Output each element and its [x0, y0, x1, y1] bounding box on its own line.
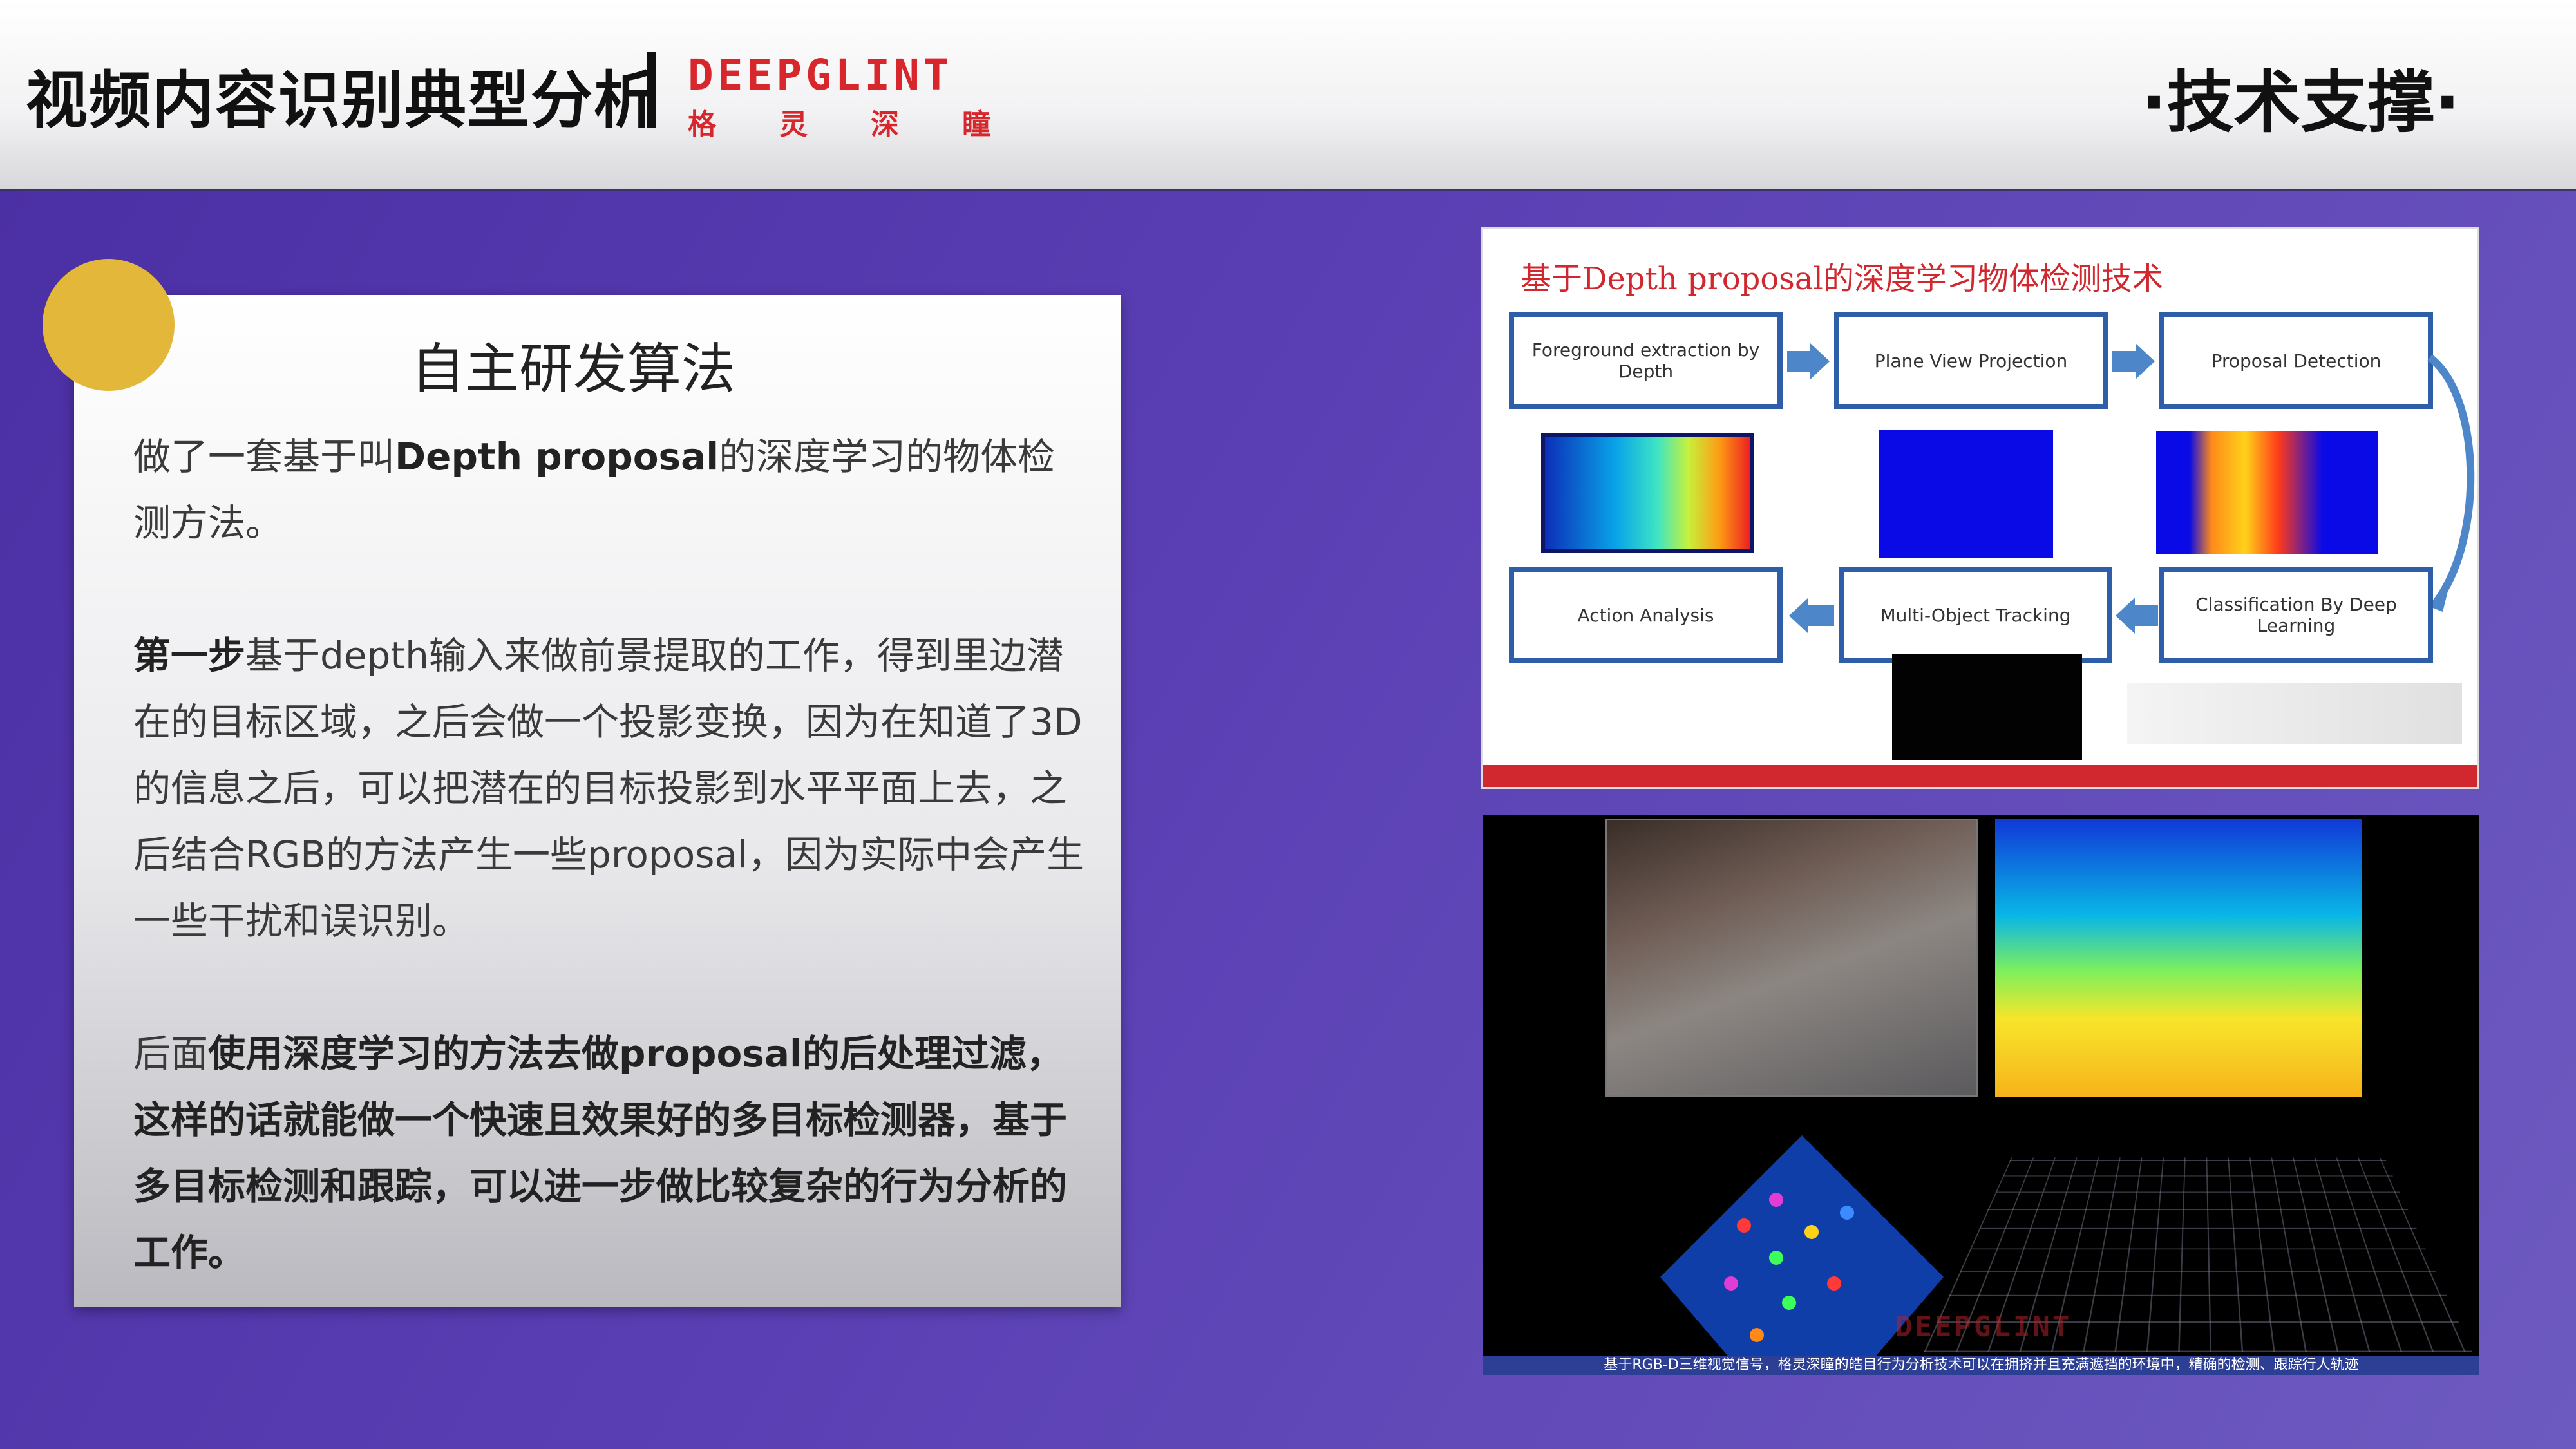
brand-char: 格	[688, 108, 716, 141]
section-label: ·技术支撑·	[2141, 63, 2460, 142]
brand-wordmark: DEEPGLINT	[688, 50, 953, 100]
card-title: 自主研发算法	[410, 337, 735, 401]
brand-char: 灵	[779, 108, 808, 141]
pipeline-title: 基于Depth proposal的深度学习物体检测技术	[1520, 261, 2163, 297]
arrow-shaft	[1787, 351, 1813, 372]
arrow-shaft	[2135, 605, 2158, 626]
brand-logo: DEEPGLINT 格 灵 深 瞳	[688, 50, 997, 141]
plane-projection-thumbnail	[1879, 430, 2053, 558]
step-plane-view-projection: Plane View Projection	[1834, 312, 2108, 409]
step-foreground-extraction: Foreground extraction by Depth	[1509, 312, 1783, 409]
text-run: 做了一套基于叫	[133, 435, 395, 478]
pipeline-figure: 基于Depth proposal的深度学习物体检测技术 Foreground e…	[1481, 227, 2479, 789]
text-run: 基于depth输入来做前景提取的工作，得到里边潜在的目标区域，之后会做一个投影变…	[133, 634, 1084, 943]
depth-camera-view	[1995, 819, 2362, 1097]
demo-watermark: DEEPGLINT	[1895, 1311, 2072, 1343]
step-classification-deep-learning: Classification By Deep Learning	[2159, 567, 2433, 663]
demo-caption: 基于RGB-D三维视觉信号，格灵深瞳的皓目行为分析技术可以在拥挤并且充满遮挡的环…	[1483, 1356, 2479, 1375]
text-run-bold: Depth proposal	[395, 435, 719, 478]
tracking-thumbnail	[1892, 654, 2082, 760]
step-multi-object-tracking: Multi-Object Tracking	[1839, 567, 2112, 663]
rgb-camera-view	[1605, 819, 1978, 1097]
paragraph-step-one: 第一步基于depth输入来做前景提取的工作，得到里边潜在的目标区域，之后会做一个…	[133, 623, 1086, 954]
arrow-shaft	[2112, 351, 2138, 372]
brand-chinese-name: 格 灵 深 瞳	[688, 101, 990, 142]
arrow-right-icon	[1810, 343, 1830, 379]
brand-char: 瞳	[962, 108, 990, 141]
depth-foreground-thumbnail	[1541, 433, 1754, 553]
page-title: 视频内容识别典型分析	[26, 64, 657, 137]
header-bar: 视频内容识别典型分析 DEEPGLINT 格 灵 深 瞳 ·技术支撑·	[0, 0, 2576, 191]
card-body: 做了一套基于叫Depth proposal的深度学习的物体检测方法。 第一步基于…	[133, 424, 1086, 1352]
text-run: 后面	[133, 1032, 209, 1075]
algorithm-card: 自主研发算法 做了一套基于叫Depth proposal的深度学习的物体检测方法…	[74, 295, 1121, 1307]
arrow-left-icon	[2116, 598, 2135, 634]
arrow-right-icon	[2136, 343, 2155, 379]
text-run-bold: 第一步	[133, 634, 246, 677]
arrow-shaft	[1808, 605, 1834, 626]
arrow-left-icon	[1789, 598, 1808, 634]
decorative-dot	[43, 259, 175, 391]
network-diagram-thumbnail	[2127, 683, 2462, 744]
paragraph-post-processing: 后面使用深度学习的方法去做proposal的后处理过滤，这样的话就能做一个快速且…	[133, 1021, 1086, 1286]
proposal-thumbnail	[2156, 431, 2378, 554]
brand-char: 深	[871, 108, 899, 141]
figure-footer-bar	[1483, 765, 2477, 787]
title-divider	[647, 52, 656, 128]
paragraph-intro: 做了一套基于叫Depth proposal的深度学习的物体检测方法。	[133, 424, 1086, 556]
text-run-bold: 使用深度学习的方法去做proposal的后处理过滤，这样的话就能做一个快速且效果…	[133, 1032, 1068, 1274]
demo-figure: DEEPGLINT 基于RGB-D三维视觉信号，格灵深瞳的皓目行为分析技术可以在…	[1483, 815, 2479, 1375]
step-proposal-detection: Proposal Detection	[2159, 312, 2433, 409]
step-action-analysis: Action Analysis	[1509, 567, 1783, 663]
